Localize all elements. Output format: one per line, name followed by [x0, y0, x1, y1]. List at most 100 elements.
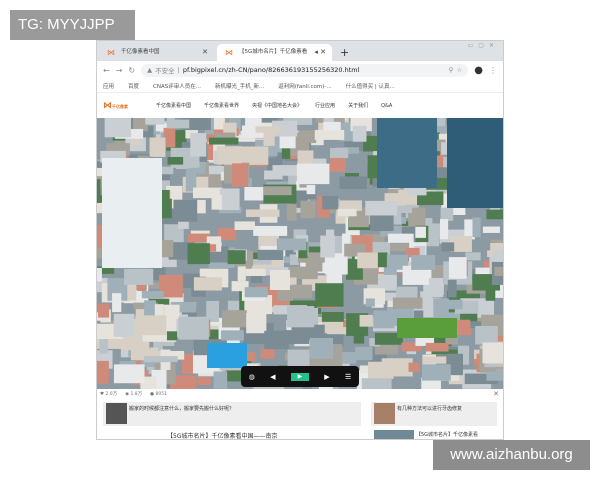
landmark-mark: [102, 158, 162, 268]
landmark-mark: [447, 118, 503, 208]
building-mark: [482, 342, 503, 364]
close-tab-icon[interactable]: ✕: [202, 44, 208, 61]
globe-icon[interactable]: ◍: [249, 373, 255, 381]
nav-item[interactable]: 千亿像素看中国: [156, 102, 191, 109]
security-label: 不安全: [155, 67, 175, 75]
building-mark: [269, 269, 290, 291]
bookmark-fanli[interactable]: 返利网(fanli.com)-...: [278, 82, 331, 90]
site-logo[interactable]: ⋈千亿像素: [103, 101, 143, 111]
building-mark: [369, 215, 394, 231]
building-mark: [361, 378, 392, 389]
building-mark: [387, 233, 414, 243]
tab-active[interactable]: ⋈ 【5G城市名片】千亿像素看 ◂ ✕: [217, 44, 332, 61]
building-mark: [253, 225, 288, 236]
article-card[interactable]: 搬家的时候都注意什么，搬家要先搬什么好呢？: [103, 402, 361, 426]
building-mark: [211, 194, 222, 210]
overlay-label: TG: MYYJJPP: [10, 10, 135, 40]
article-thumbnail: [374, 403, 395, 424]
play-button[interactable]: ▶: [290, 372, 309, 381]
star-icon[interactable]: ☆: [456, 66, 462, 74]
back-icon[interactable]: ←: [103, 66, 110, 75]
next-icon[interactable]: ▶: [324, 373, 329, 381]
warning-icon: ▲: [147, 66, 153, 74]
bookmark-apps[interactable]: 应用: [103, 82, 114, 90]
building-mark: [322, 196, 339, 210]
building-mark: [323, 121, 341, 131]
building-mark: [213, 371, 228, 389]
page-caption: 【5G城市名片】千亿像素看中国——南京: [167, 433, 278, 440]
forward-icon[interactable]: →: [116, 66, 123, 75]
building-mark: [365, 200, 398, 216]
building-mark: [373, 310, 395, 329]
building-mark: [290, 284, 313, 299]
building-mark: [219, 188, 240, 211]
building-mark: [357, 252, 378, 269]
building-mark: [337, 208, 357, 217]
building-mark: [260, 348, 275, 359]
tab-label: 千亿像素看中国: [121, 49, 160, 55]
building-mark: [352, 125, 367, 142]
building-mark: [440, 219, 449, 240]
bookmark-baidu[interactable]: 百度: [128, 82, 139, 90]
profile-icon[interactable]: ●: [474, 65, 483, 76]
building-mark: [421, 364, 451, 381]
building-mark: [441, 242, 455, 252]
building-mark: [135, 315, 167, 336]
bookmark-smzdm[interactable]: 什么值得买 | 认真...: [346, 82, 395, 90]
building-mark: [97, 267, 102, 282]
building-mark: [447, 279, 457, 298]
prev-icon[interactable]: ◀: [270, 373, 275, 381]
building-mark: [305, 255, 323, 272]
new-tab-button[interactable]: +: [340, 44, 349, 61]
building-mark: [392, 297, 423, 309]
list-icon[interactable]: ☰: [345, 373, 351, 381]
building-mark: [339, 176, 367, 190]
nav-item[interactable]: 行业应用: [315, 102, 335, 109]
article-title: 有几种方法可以进行牙齿修复: [397, 406, 463, 412]
building-mark: [425, 342, 449, 352]
building-mark: [411, 255, 436, 270]
nav-item[interactable]: 关于我们: [348, 102, 368, 109]
building-mark: [197, 377, 211, 386]
building-mark: [124, 268, 154, 285]
close-icon[interactable]: ✕: [493, 390, 499, 398]
building-mark: [149, 137, 166, 157]
building-mark: [187, 243, 210, 265]
address-input[interactable]: ▲ 不安全 | pf.bigpixel.cn/zh-CN/pano/8266361…: [141, 63, 469, 77]
building-mark: [98, 303, 110, 318]
building-mark: [465, 252, 481, 261]
url-text: pf.bigpixel.cn/zh-CN/pano/82663619315525…: [182, 66, 360, 74]
building-mark: [277, 288, 293, 301]
article-card[interactable]: 有几种方法可以进行牙齿修复: [371, 402, 497, 426]
nav-item[interactable]: 央视《中国地名大会》: [252, 102, 302, 109]
building-mark: [359, 314, 373, 327]
building-mark: [246, 313, 267, 334]
building-mark: [309, 337, 334, 359]
reload-icon[interactable]: ↻: [128, 66, 135, 75]
article-card[interactable]: 【5G城市名片】千亿像素看: [371, 429, 497, 439]
nav-item[interactable]: 千亿像素看世界: [204, 102, 239, 109]
building-mark: [330, 147, 349, 159]
article-thumbnail: [106, 403, 127, 424]
browser-window: ⋈ 千亿像素看中国 ✕ ⋈ 【5G城市名片】千亿像素看 ◂ ✕ + ▭▢✕ ← → ↻ …: [96, 40, 504, 440]
menu-icon[interactable]: ⋮: [489, 66, 497, 75]
building-mark: [440, 207, 454, 221]
building-mark: [472, 217, 481, 238]
building-mark: [244, 287, 268, 298]
zoom-icon[interactable]: ⚲: [449, 66, 454, 74]
tab-inactive[interactable]: ⋈ 千亿像素看中国 ✕: [99, 44, 214, 61]
tab-bar: ⋈ 千亿像素看中国 ✕ ⋈ 【5G城市名片】千亿像素看 ◂ ✕ + ▭▢✕: [97, 41, 503, 61]
bookmark-cnas[interactable]: CNAS评审人员在...: [153, 82, 201, 90]
panorama-image[interactable]: ◍ ◀ ▶ ▶ ☰: [97, 118, 503, 389]
nav-item[interactable]: Q&A: [381, 103, 392, 109]
close-tab-icon[interactable]: ◂ ✕: [314, 44, 326, 61]
site-logo-icon: ⋈: [107, 48, 115, 57]
building-mark: [144, 356, 178, 363]
landmark-mark: [377, 118, 437, 188]
window-controls[interactable]: ▭▢✕: [468, 42, 499, 49]
likes-count: ♥ 2.0万: [100, 392, 118, 397]
building-mark: [475, 325, 498, 345]
building-mark: [257, 249, 284, 260]
bookmark-newphone[interactable]: 新机曝光_手机_新...: [215, 82, 264, 90]
building-mark: [167, 156, 184, 165]
